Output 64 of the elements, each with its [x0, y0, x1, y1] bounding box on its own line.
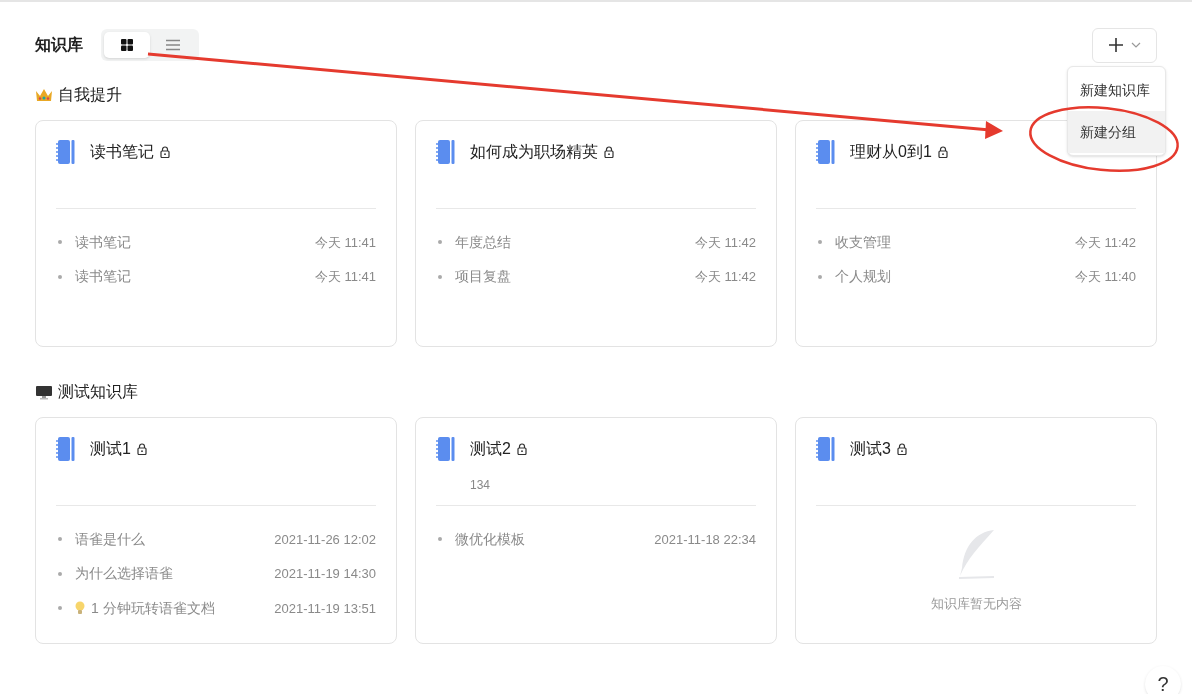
- card-title: 理财从0到1: [850, 142, 932, 162]
- bullet-icon: [58, 537, 62, 542]
- doc-time: 2021-11-18 22:34: [654, 530, 756, 549]
- menu-item[interactable]: 新建分组: [1068, 111, 1165, 153]
- doc-link[interactable]: 读书笔记: [75, 266, 131, 288]
- book-icon: [56, 139, 76, 165]
- monitor-icon: [35, 384, 53, 400]
- doc-link[interactable]: 为什么选择语雀: [75, 563, 173, 585]
- doc-time: 今天 11:41: [314, 233, 376, 252]
- knowledge-base-card[interactable]: 读书笔记 读书笔记 今天 11:41 读书笔记 今天 11:41: [35, 120, 397, 347]
- bullet-icon: [58, 606, 62, 611]
- bullet-icon: [818, 274, 822, 279]
- knowledge-base-card[interactable]: 测试3 知识库暂无内容: [795, 417, 1157, 644]
- bullet-icon: [58, 571, 62, 576]
- caret-icon: [1130, 42, 1141, 48]
- add-button[interactable]: [1092, 27, 1157, 63]
- grid-view-button[interactable]: [104, 32, 150, 58]
- card-title: 测试2: [470, 439, 511, 459]
- doc-time: 今天 11:40: [1074, 268, 1136, 286]
- lightbulb-icon: [75, 601, 85, 616]
- doc-time: 2021-11-19 14:30: [274, 565, 376, 583]
- doc-link[interactable]: 项目复盘: [455, 266, 511, 288]
- card-title: 如何成为职场精英: [470, 142, 598, 162]
- list-view-icon: [166, 39, 180, 51]
- doc-time: 今天 11:42: [694, 268, 756, 286]
- card-title: 测试3: [850, 439, 891, 459]
- bullet-icon: [438, 274, 442, 279]
- bullet-icon: [58, 240, 62, 245]
- doc-time: 今天 11:42: [694, 233, 756, 252]
- knowledge-base-card[interactable]: 如何成为职场精英 年度总结 今天 11:42 项目复盘 今天 11:42: [415, 120, 777, 347]
- doc-link[interactable]: 1 分钟玩转语雀文档: [91, 597, 215, 619]
- doc-time: 2021-11-19 13:51: [274, 599, 376, 618]
- doc-link[interactable]: 微优化模板: [455, 528, 525, 550]
- group-title: 测试知识库: [58, 382, 138, 402]
- book-icon: [56, 436, 76, 462]
- plus-icon: [1108, 38, 1123, 52]
- grid-view-icon: [120, 38, 134, 52]
- doc-link[interactable]: 读书笔记: [75, 231, 131, 253]
- bullet-icon: [818, 240, 822, 245]
- book-icon: [816, 139, 836, 165]
- doc-link[interactable]: 语雀是什么: [75, 528, 145, 550]
- doc-time: 今天 11:41: [314, 268, 376, 286]
- book-icon: [816, 436, 836, 462]
- knowledge-base-card[interactable]: 测试1 语雀是什么 2021-11-26 12:02 为什么选择语雀 2021-11-19 14:30 1 分钟玩转语雀文档 2021-11-19 13:51: [35, 417, 397, 644]
- bullet-icon: [438, 240, 442, 245]
- knowledge-base-card[interactable]: 测试2 134 微优化模板 2021-11-18 22:34: [415, 417, 777, 644]
- doc-time: 2021-11-26 12:02: [274, 530, 376, 549]
- page-title: 知识库: [35, 35, 83, 55]
- doc-link[interactable]: 个人规划: [835, 266, 891, 288]
- menu-item[interactable]: 新建知识库: [1068, 69, 1165, 111]
- bullet-icon: [438, 537, 442, 542]
- crown-icon: [35, 87, 53, 103]
- book-icon: [436, 436, 456, 462]
- card-description: 134: [470, 478, 491, 492]
- book-icon: [436, 139, 456, 165]
- card-title: 读书笔记: [90, 142, 154, 162]
- empty-state-text: 知识库暂无内容: [930, 595, 1022, 613]
- help-button[interactable]: ?: [1145, 666, 1181, 694]
- card-title: 测试1: [90, 439, 131, 459]
- bullet-icon: [58, 274, 62, 279]
- doc-time: 今天 11:42: [1074, 233, 1136, 252]
- group-title: 自我提升: [58, 85, 122, 105]
- doc-link[interactable]: 年度总结: [455, 231, 511, 253]
- doc-link[interactable]: 收支管理: [835, 231, 891, 253]
